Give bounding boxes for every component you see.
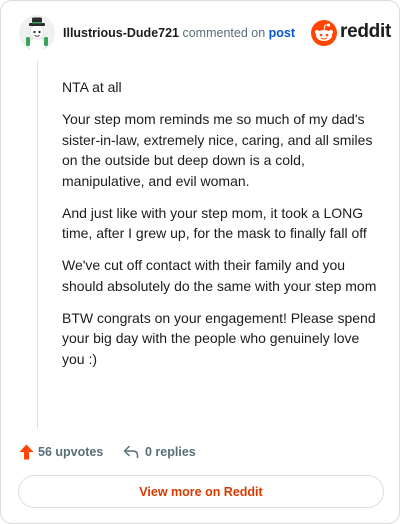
comment-footer: 56 upvotes 0 replies (19, 442, 385, 462)
reply-count: 0 replies (145, 445, 196, 459)
byline: Illustrious-Dude721 commented on post (63, 26, 295, 40)
comment-paragraph: NTA at all (62, 79, 122, 95)
upvote-button[interactable]: 56 upvotes (19, 442, 103, 462)
username[interactable]: Illustrious-Dude721 (63, 26, 179, 40)
view-more-button[interactable]: View more on Reddit (18, 475, 384, 508)
comment-paragraph: We've cut off contact with their family … (62, 257, 377, 294)
avatar[interactable] (19, 15, 55, 51)
reddit-logo[interactable]: reddit (311, 20, 391, 46)
post-link[interactable]: post (269, 26, 295, 40)
upvote-arrow-icon (19, 444, 34, 460)
reply-arrow-icon (123, 445, 139, 459)
upvote-count: 56 upvotes (38, 445, 104, 459)
comment-body: NTA at all Your step mom reminds me so m… (62, 77, 380, 381)
replies-button[interactable]: 0 replies (123, 442, 196, 462)
avatar-icon (19, 15, 55, 51)
thread-line (37, 61, 38, 429)
comment-card: Illustrious-Dude721 commented on post re… (0, 0, 400, 524)
comment-paragraph: Your step mom reminds me so much of my d… (62, 111, 373, 189)
comment-paragraph: BTW congrats on your engagement! Please … (62, 309, 376, 367)
reddit-wordmark: reddit (340, 21, 391, 42)
comment-header: Illustrious-Dude721 commented on post re… (19, 15, 391, 55)
comment-paragraph: And just like with your step mom, it too… (62, 204, 367, 242)
reddit-logo-icon (311, 20, 337, 46)
commented-on-text: commented on (182, 26, 266, 40)
